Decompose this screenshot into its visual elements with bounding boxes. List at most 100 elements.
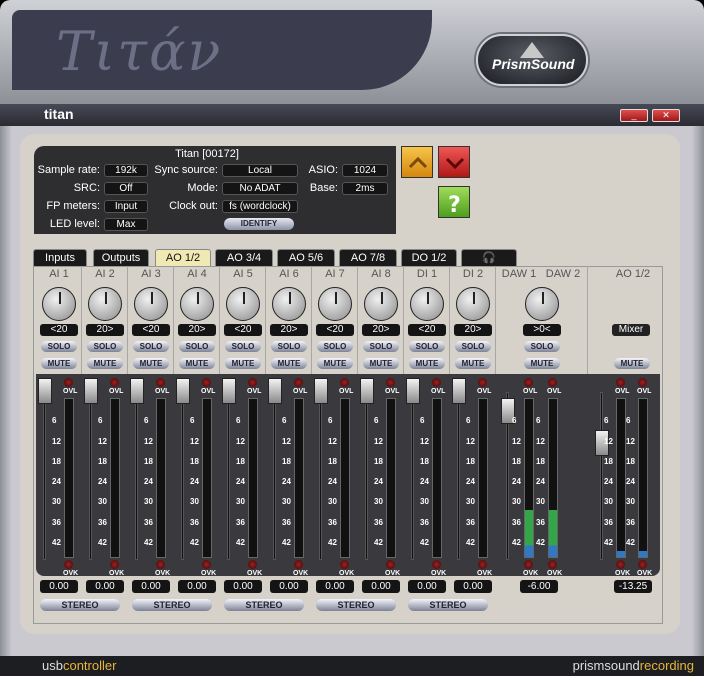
solo-button[interactable]: SOLO xyxy=(179,341,215,352)
solo-button[interactable]: SOLO xyxy=(363,341,399,352)
scale-mark: 42 xyxy=(420,538,429,547)
led-level-select[interactable]: Max xyxy=(104,218,148,231)
fader-track xyxy=(411,396,414,560)
daw-level-meter xyxy=(524,398,534,558)
folder-up-icon xyxy=(408,156,428,169)
meter-fill xyxy=(639,550,647,557)
pan-value: <20 xyxy=(316,324,354,336)
pan-knob[interactable] xyxy=(364,287,398,321)
scale-mark: 30 xyxy=(626,497,635,506)
overload-led xyxy=(524,378,533,387)
pan-knob[interactable] xyxy=(410,287,444,321)
src-select[interactable]: Off xyxy=(104,182,148,195)
right-frame xyxy=(692,126,704,656)
pan-knob[interactable] xyxy=(180,287,214,321)
save-preset-button[interactable] xyxy=(438,146,470,178)
fader-handle[interactable] xyxy=(84,378,98,404)
close-button[interactable]: ✕ xyxy=(652,109,680,122)
solo-button[interactable]: SOLO xyxy=(225,341,261,352)
fader-handle[interactable] xyxy=(452,378,466,404)
stereo-link-button[interactable]: STEREO xyxy=(224,599,304,611)
daw-pan-knob[interactable] xyxy=(525,287,559,321)
mute-button[interactable]: MUTE xyxy=(41,358,77,369)
mixer-button[interactable]: Mixer xyxy=(612,324,650,336)
identify-button[interactable]: IDENTIFY xyxy=(224,218,294,230)
pan-knob[interactable] xyxy=(226,287,260,321)
stereo-link-button[interactable]: STEREO xyxy=(408,599,488,611)
pan-knob[interactable] xyxy=(456,287,490,321)
folder-down-icon xyxy=(445,157,465,170)
mute-button[interactable]: MUTE xyxy=(225,358,261,369)
ovk-label: OVK xyxy=(155,570,171,577)
channel-name: AI 8 xyxy=(371,268,391,280)
fader-handle[interactable] xyxy=(222,378,236,404)
load-preset-button[interactable] xyxy=(401,146,433,178)
overload-led xyxy=(64,560,73,569)
pan-knob[interactable] xyxy=(318,287,352,321)
tab-ao-7-8[interactable]: AO 7/8 xyxy=(339,249,397,266)
fader-handle[interactable] xyxy=(406,378,420,404)
scale-mark: 30 xyxy=(236,497,245,506)
scale-mark: 6 xyxy=(98,416,103,425)
fader-handle[interactable] xyxy=(268,378,282,404)
solo-button[interactable]: SOLO xyxy=(409,341,445,352)
fp-meters-select[interactable]: Input xyxy=(104,200,148,213)
fader-handle[interactable] xyxy=(360,378,374,404)
mute-button[interactable]: MUTE xyxy=(317,358,353,369)
brand-banner: Τιτάν xyxy=(12,10,432,90)
overload-led xyxy=(248,378,257,387)
solo-button[interactable]: SOLO xyxy=(455,341,491,352)
solo-button[interactable]: SOLO xyxy=(133,341,169,352)
fader-handle[interactable] xyxy=(130,378,144,404)
fader-handle[interactable] xyxy=(176,378,190,404)
overload-led xyxy=(294,378,303,387)
tab-ao-1-2[interactable]: AO 1/2 xyxy=(155,249,211,266)
scale-mark: 12 xyxy=(420,437,429,446)
mute-button[interactable]: MUTE xyxy=(271,358,307,369)
stereo-link-button[interactable]: STEREO xyxy=(316,599,396,611)
solo-button[interactable]: SOLO xyxy=(317,341,353,352)
daw-mute-button[interactable]: MUTE xyxy=(524,358,560,369)
solo-button[interactable]: SOLO xyxy=(41,341,77,352)
solo-button[interactable]: SOLO xyxy=(271,341,307,352)
pan-knob[interactable] xyxy=(88,287,122,321)
solo-button[interactable]: SOLO xyxy=(87,341,123,352)
mute-button[interactable]: MUTE xyxy=(363,358,399,369)
tab-outputs[interactable]: Outputs xyxy=(93,249,149,266)
clock-out-select[interactable]: fs (wordclock) xyxy=(222,200,298,213)
overload-led xyxy=(638,378,647,387)
sync-source-label: Sync source: xyxy=(154,164,218,176)
tab-headphones[interactable]: 🎧 xyxy=(461,249,517,266)
tab-ao-3-4[interactable]: AO 3/4 xyxy=(215,249,273,266)
tab-inputs[interactable]: Inputs xyxy=(33,249,87,266)
minimize-button[interactable]: _ xyxy=(620,109,648,122)
scale-mark: 42 xyxy=(328,538,337,547)
daw1-name: DAW 1 xyxy=(501,268,537,280)
output-mute-button[interactable]: MUTE xyxy=(614,358,650,369)
sample-rate-select[interactable]: 192k xyxy=(104,164,148,177)
daw-solo-button[interactable]: SOLO xyxy=(524,341,560,352)
fader-handle[interactable] xyxy=(38,378,52,404)
asio-select[interactable]: 1024 xyxy=(342,164,388,177)
scale-mark: 12 xyxy=(512,437,521,446)
tab-do-1-2[interactable]: DO 1/2 xyxy=(401,249,457,266)
scale-mark: 24 xyxy=(328,477,337,486)
pan-knob[interactable] xyxy=(42,287,76,321)
mute-button[interactable]: MUTE xyxy=(179,358,215,369)
mode-select[interactable]: No ADAT xyxy=(222,182,298,195)
help-button[interactable]: ? xyxy=(438,186,470,218)
base-select[interactable]: 2ms xyxy=(342,182,388,195)
stereo-link-button[interactable]: STEREO xyxy=(132,599,212,611)
level-meter xyxy=(202,398,212,558)
mute-button[interactable]: MUTE xyxy=(409,358,445,369)
mute-button[interactable]: MUTE xyxy=(455,358,491,369)
fader-handle[interactable] xyxy=(314,378,328,404)
mute-button[interactable]: MUTE xyxy=(87,358,123,369)
mute-button[interactable]: MUTE xyxy=(133,358,169,369)
pan-knob[interactable] xyxy=(134,287,168,321)
pan-knob[interactable] xyxy=(272,287,306,321)
stereo-link-button[interactable]: STEREO xyxy=(40,599,120,611)
tab-ao-5-6[interactable]: AO 5/6 xyxy=(277,249,335,266)
sync-source-select[interactable]: Local xyxy=(222,164,298,177)
pan-value: <20 xyxy=(40,324,78,336)
